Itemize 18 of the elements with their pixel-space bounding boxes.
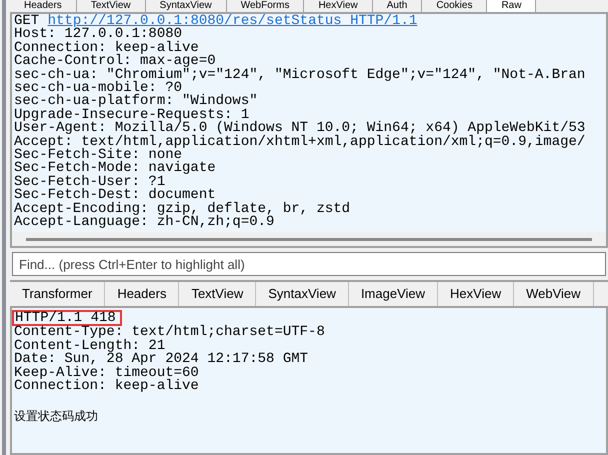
request-header-line: Sec-Fetch-Mode: navigate bbox=[14, 162, 216, 176]
find-field[interactable]: Find... (press Ctrl+Enter to highlight all) bbox=[12, 252, 606, 276]
request-url-link[interactable]: http://127.0.0.1:8080/res/setStatus HTTP/1.1 bbox=[48, 14, 418, 29]
request-header-line: Sec-Fetch-Dest: document bbox=[14, 189, 216, 203]
horizontal-scrollbar[interactable] bbox=[26, 238, 592, 240]
request-header-line: Cache-Control: max-age=0 bbox=[14, 55, 216, 69]
request-header-line: Host: 127.0.0.1:8080 bbox=[14, 28, 182, 42]
request-header-line: Accept: text/html,application/xhtml+xml,application/xml;q=0.9,image/ bbox=[14, 136, 586, 150]
response-header-line: Content-Type: text/html;charset=UTF-8 bbox=[14, 326, 325, 340]
response-body-text: 设置状态码成功 bbox=[14, 408, 98, 424]
request-header-line: sec-ch-ua-platform: "Windows" bbox=[14, 95, 258, 109]
response-header-line: Connection: keep-alive bbox=[14, 380, 199, 394]
tab[interactable]: Raw bbox=[487, 0, 536, 12]
request-header-line: User-Agent: Mozilla/5.0 (Windows NT 10.0; Win64; x64) AppleWebKit/53 bbox=[14, 122, 586, 136]
response-header-line: Content-Length: 21 bbox=[14, 340, 166, 354]
response-header-line: Date: Sun, 28 Apr 2024 12:17:58 GMT bbox=[14, 353, 308, 367]
request-header-line: Accept-Language: zh-CN,zh;q=0.9 bbox=[14, 216, 274, 230]
request-method: GET bbox=[14, 14, 40, 29]
